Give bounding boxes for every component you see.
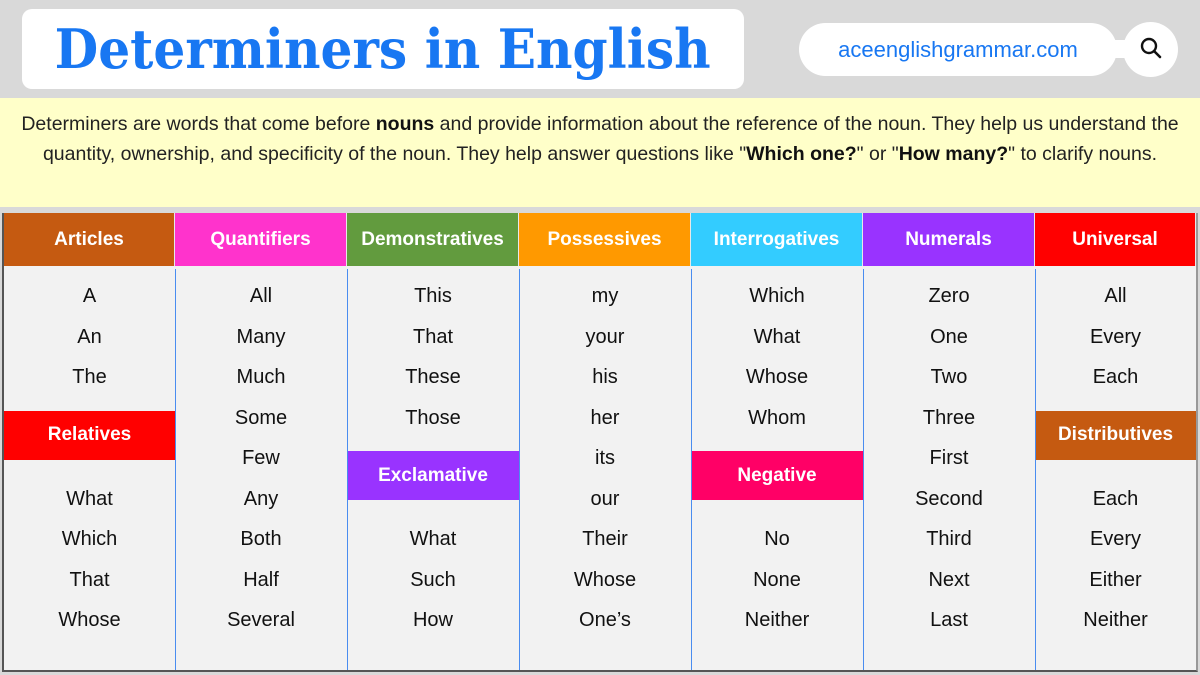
header-articles: Articles (4, 213, 175, 266)
word-item: That (69, 568, 110, 591)
subheader-relatives: Relatives (4, 410, 175, 460)
word-item: How (412, 609, 453, 631)
intro-text: Determiners are words that come before (21, 113, 376, 135)
subheader-distributives: Distributives (1035, 410, 1196, 460)
header-interrogatives: Interrogatives (691, 213, 863, 266)
word-item: my (591, 285, 619, 307)
intro-bold-how-many: How many? (898, 142, 1009, 165)
word-item: Whose (573, 568, 637, 591)
title-banner: Determiners in English (22, 9, 744, 89)
word-item: his (592, 366, 618, 388)
word-item: What (66, 487, 113, 510)
word-item: A (82, 285, 97, 307)
site-link[interactable]: aceenglishgrammar.com (799, 23, 1117, 76)
column-divider (1035, 269, 1036, 670)
page-title: Determiners in English (55, 17, 711, 81)
word-item: Every (1089, 528, 1142, 550)
word-item: These (405, 366, 461, 388)
word-item: All (1104, 285, 1127, 307)
word-item: Which (61, 528, 118, 550)
header-possessives: Possessives (519, 213, 691, 266)
column-divider (691, 269, 692, 670)
column-divider (519, 269, 520, 670)
word-item: Each (1092, 487, 1139, 510)
column-universal: Universal All Every Each Distributives Each Ev… (1035, 213, 1196, 670)
word-item: Second (915, 487, 983, 510)
word-item: her (590, 406, 620, 429)
word-item: Third (926, 528, 972, 550)
intro-description: Determiners are words that come before n… (0, 98, 1200, 207)
word-item: Next (928, 568, 970, 591)
word-item: Their (582, 528, 628, 550)
column-demonstratives: Demonstratives This That These Those Exclamat… (347, 213, 519, 670)
column-quantifiers: Quantifiers All Many Much Some Few Any Both Half… (175, 213, 347, 670)
word-item: What (753, 325, 801, 348)
word-item: Many (236, 325, 286, 348)
word-item: Those (405, 406, 461, 429)
subheader-negative: Negative (691, 451, 863, 501)
search-icon[interactable] (1139, 36, 1163, 64)
word-item: Which (749, 285, 805, 307)
header-universal: Universal (1035, 213, 1196, 266)
column-interrogatives: Interrogatives Which What Whose Whom Negative… (691, 213, 863, 670)
word-item: This (414, 285, 452, 307)
word-item: That (412, 325, 454, 348)
word-item: our (590, 487, 620, 510)
word-item: What (409, 528, 457, 550)
column-divider (175, 269, 176, 670)
word-item: Whose (745, 366, 809, 388)
word-item: Such (410, 568, 456, 591)
search-button[interactable] (1123, 22, 1178, 77)
word-item: Few (242, 447, 280, 469)
column-divider (347, 269, 348, 670)
site-url[interactable]: aceenglishgrammar.com (838, 37, 1078, 63)
word-item: Either (1089, 568, 1142, 591)
word-item: One’s (579, 609, 631, 631)
word-item: Some (234, 406, 288, 429)
word-item: Whose (58, 609, 121, 631)
subheader-exclamative: Exclamative (347, 451, 519, 501)
word-item: Any (243, 487, 279, 510)
word-item: Several (227, 609, 295, 631)
column-articles: Articles A An The Relatives What Which That Whos… (4, 213, 175, 670)
word-item: One (930, 325, 968, 348)
word-item: its (595, 447, 615, 469)
word-item: Neither (744, 609, 810, 631)
word-item: Whom (748, 406, 806, 429)
word-item: Every (1089, 325, 1142, 348)
intro-text: " to clarify nouns. (1008, 142, 1158, 165)
word-item: The (72, 366, 107, 388)
column-possessives: Possessives my your his her its our Their Whose O… (519, 213, 691, 670)
intro-bold-which-one: Which one? (746, 142, 857, 165)
word-item: Much (236, 366, 286, 388)
word-item: Neither (1083, 609, 1148, 631)
word-item: Last (930, 609, 968, 631)
word-item: Two (930, 366, 968, 388)
word-item: your (585, 325, 625, 348)
word-item: No (764, 528, 790, 550)
determiners-table: Articles A An The Relatives What Which That Whos… (2, 213, 1198, 672)
word-item: An (77, 325, 102, 348)
word-item: Three (922, 406, 976, 429)
header-quantifiers: Quantifiers (175, 213, 347, 266)
column-divider (863, 269, 864, 670)
intro-text: " or " (856, 142, 899, 165)
word-item: Each (1092, 366, 1139, 388)
word-item: Both (240, 528, 282, 550)
intro-bold-nouns: nouns (375, 113, 435, 135)
column-numerals: Numerals Zero One Two Three First Second Third N… (863, 213, 1035, 670)
word-item: Zero (928, 285, 970, 307)
header-demonstratives: Demonstratives (347, 213, 519, 266)
word-item: All (249, 285, 273, 307)
header-numerals: Numerals (863, 213, 1035, 266)
word-item: None (753, 568, 801, 591)
word-item: Half (243, 568, 279, 591)
word-item: First (929, 447, 969, 469)
